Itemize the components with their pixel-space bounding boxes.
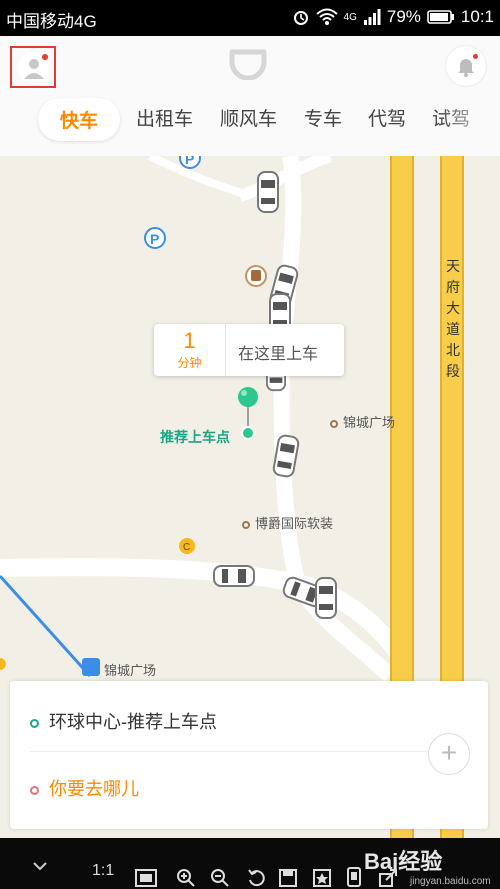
poi-jincheng-plaza[interactable]: 锦城广场 xyxy=(330,412,395,431)
destination-dot-icon xyxy=(30,785,39,795)
phone-frame-icon[interactable] xyxy=(344,866,364,888)
car-icon xyxy=(213,565,255,587)
wifi-icon xyxy=(315,8,338,25)
alarm-icon xyxy=(293,11,308,25)
watermark-url: jingyan.baidu.com xyxy=(410,876,491,887)
network-type-label: 4G xyxy=(343,11,357,23)
tab-premier[interactable]: 专车 xyxy=(304,104,342,131)
zoom-out-icon[interactable] xyxy=(210,868,230,888)
save-icon[interactable] xyxy=(278,868,298,888)
rotate-icon[interactable] xyxy=(246,868,266,888)
recommended-pickup-label: 推荐上车点 xyxy=(160,429,230,445)
zoom-reset-label[interactable]: 1:1 xyxy=(92,862,114,880)
notification-dot xyxy=(473,54,478,59)
watermark-brand: Bai经验 xyxy=(364,849,443,874)
battery-percent: 79% xyxy=(386,7,421,26)
poi-metro-jincheng-plaza[interactable]: 锦城广场 xyxy=(104,660,156,679)
pickup-callout[interactable]: 1 分钟 在这里上车 xyxy=(154,324,344,376)
poi-dot xyxy=(330,419,338,428)
battery-icon xyxy=(427,10,454,24)
tab-taxi[interactable]: 出租车 xyxy=(136,104,193,131)
pickup-field[interactable]: 环球中心-推荐上车点 xyxy=(30,708,430,734)
tab-express[interactable]: 快车 xyxy=(38,98,121,141)
signal-icon xyxy=(363,9,381,25)
eta-unit: 分钟 xyxy=(177,356,202,370)
bell-icon xyxy=(458,59,474,77)
divider xyxy=(30,751,430,752)
app-header: 快车 出租车 顺风车 专车 代驾 试驾 xyxy=(0,36,500,156)
car-icon xyxy=(315,577,337,619)
notification-dot xyxy=(42,54,48,60)
message-button[interactable] xyxy=(446,46,486,86)
clock: 10:1 xyxy=(460,7,494,26)
didi-logo-icon xyxy=(229,49,267,80)
service-tabs: 快车 出租车 顺风车 专车 代驾 试驾 xyxy=(0,98,500,142)
zoom-in-icon[interactable] xyxy=(176,868,196,888)
add-stop-button[interactable]: + xyxy=(428,733,470,775)
tab-hitch[interactable]: 顺风车 xyxy=(220,104,277,131)
profile-button[interactable] xyxy=(10,46,56,88)
eta-value: 1 xyxy=(183,328,196,353)
viewer-toolbar: 1:1 Bai经验 jingyan.baidu.com xyxy=(0,838,500,889)
tabs-fade xyxy=(440,98,500,142)
trip-card: 环球中心-推荐上车点 你要去哪儿 + xyxy=(10,681,488,829)
svg-text:C: C xyxy=(183,542,190,553)
tab-designated-driver[interactable]: 代驾 xyxy=(368,104,406,131)
status-right: 4G 79% 10:1 xyxy=(292,7,494,27)
svg-text:P: P xyxy=(150,231,159,247)
road-label: 天府大道北段 xyxy=(446,258,460,379)
chevron-down-icon[interactable] xyxy=(32,860,48,872)
eta-box: 1 分钟 xyxy=(154,324,226,376)
destination-field[interactable]: 你要去哪儿 xyxy=(30,775,430,801)
pickup-dot-icon xyxy=(30,718,39,728)
pickup-here-label: 在这里上车 xyxy=(238,346,319,363)
fit-screen-icon[interactable] xyxy=(134,868,158,888)
poi-bojue-soft-decor[interactable]: 博爵国际软装 xyxy=(242,513,333,532)
car-icon xyxy=(257,171,279,213)
carrier-label: 中国移动4G xyxy=(6,12,97,31)
svg-text:P: P xyxy=(185,156,194,167)
bookmark-icon[interactable] xyxy=(312,868,332,888)
poi-dot xyxy=(242,520,250,529)
baidu-jingyan-watermark: Bai经验 jingyan.baidu.com xyxy=(364,844,494,888)
status-bar: 中国移动4G 4G 79% 10:1 xyxy=(0,0,500,36)
